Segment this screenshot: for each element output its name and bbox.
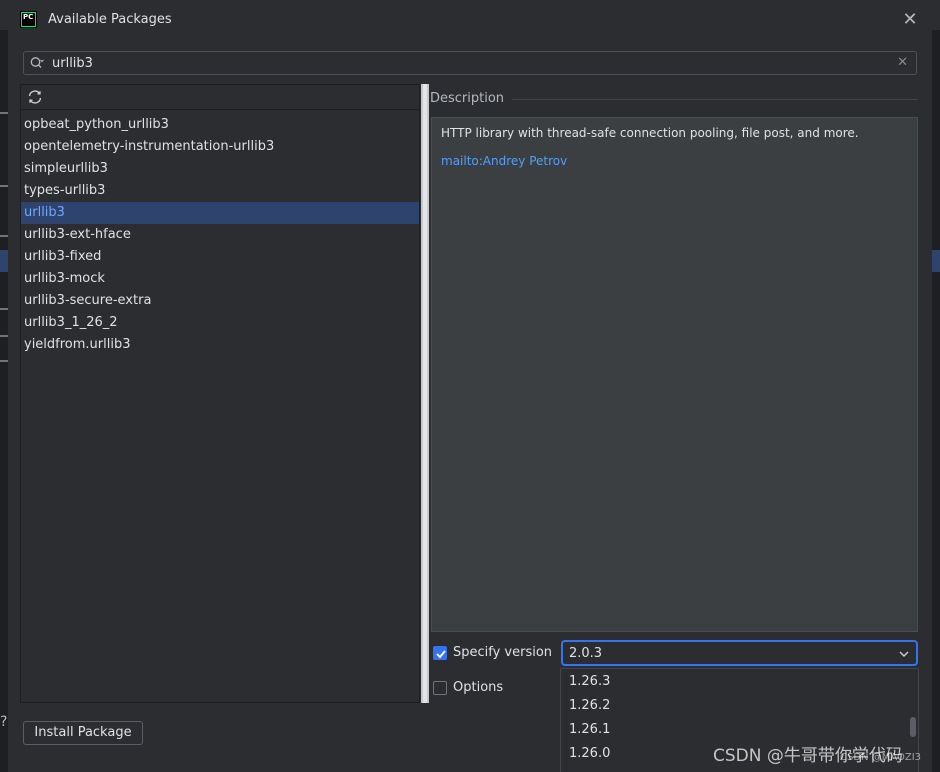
specify-version-checkbox[interactable]	[433, 646, 447, 660]
window-title: Available Packages	[48, 12, 172, 27]
description-box: HTTP library with thread-safe connection…	[431, 117, 918, 632]
package-list-item[interactable]: urllib3-fixed	[21, 246, 419, 268]
package-list-item[interactable]: opentelemetry-instrumentation-urllib3	[21, 136, 419, 158]
package-list: opbeat_python_urllib3 opentelemetry-instr…	[21, 114, 419, 356]
list-toolbar	[21, 85, 419, 110]
background-selection-right	[932, 250, 940, 272]
search-icon[interactable]	[30, 56, 44, 70]
specify-version-label[interactable]: Specify version	[453, 645, 552, 660]
check-icon	[436, 650, 446, 659]
package-list-item[interactable]: urllib3_1_26_2	[21, 312, 419, 334]
package-list-item[interactable]: yieldfrom.urllib3	[21, 334, 419, 356]
description-text: HTTP library with thread-safe connection…	[441, 126, 859, 140]
chevron-down-icon	[899, 651, 909, 657]
package-list-item[interactable]: urllib3-secure-extra	[21, 290, 419, 312]
help-icon[interactable]: ?	[0, 714, 9, 734]
logo-text: PC	[22, 13, 35, 26]
background-window-strip	[0, 30, 8, 772]
search-input[interactable]	[52, 54, 872, 72]
package-list-item[interactable]: opbeat_python_urllib3	[21, 114, 419, 136]
refresh-icon[interactable]	[26, 88, 44, 106]
version-option[interactable]: 1.26.2	[561, 694, 901, 718]
pycharm-logo-icon: PC	[20, 11, 37, 28]
install-package-button[interactable]: Install Package	[23, 721, 143, 745]
package-list-panel: opbeat_python_urllib3 opentelemetry-instr…	[20, 84, 420, 703]
dropdown-scrollbar[interactable]	[910, 717, 916, 737]
author-link[interactable]: mailto:Andrey Petrov	[441, 154, 567, 168]
package-list-item[interactable]: simpleurllib3	[21, 158, 419, 180]
version-option[interactable]: 1.26.3	[561, 670, 901, 694]
package-list-item[interactable]: urllib3	[21, 202, 419, 224]
package-list-item[interactable]: urllib3-ext-hface	[21, 224, 419, 246]
options-label[interactable]: Options	[453, 680, 503, 695]
close-icon[interactable]: ✕	[900, 10, 920, 30]
description-label: Description	[430, 91, 505, 106]
package-list-item[interactable]: types-urllib3	[21, 180, 419, 202]
search-field[interactable]: ✕	[23, 51, 917, 75]
version-select[interactable]: 2.0.3	[561, 640, 918, 666]
version-select-value: 2.0.3	[569, 646, 603, 661]
description-separator	[512, 99, 918, 100]
package-list-item[interactable]: urllib3-mock	[21, 268, 419, 290]
background-selection	[0, 250, 8, 272]
watermark: CSDN @牛哥带你学代码	[713, 746, 903, 766]
background-window-strip-right	[932, 30, 940, 772]
version-option[interactable]: 1.26.1	[561, 718, 901, 742]
panel-splitter[interactable]	[421, 84, 429, 703]
clear-icon[interactable]: ✕	[897, 55, 908, 70]
options-checkbox[interactable]	[433, 681, 447, 695]
